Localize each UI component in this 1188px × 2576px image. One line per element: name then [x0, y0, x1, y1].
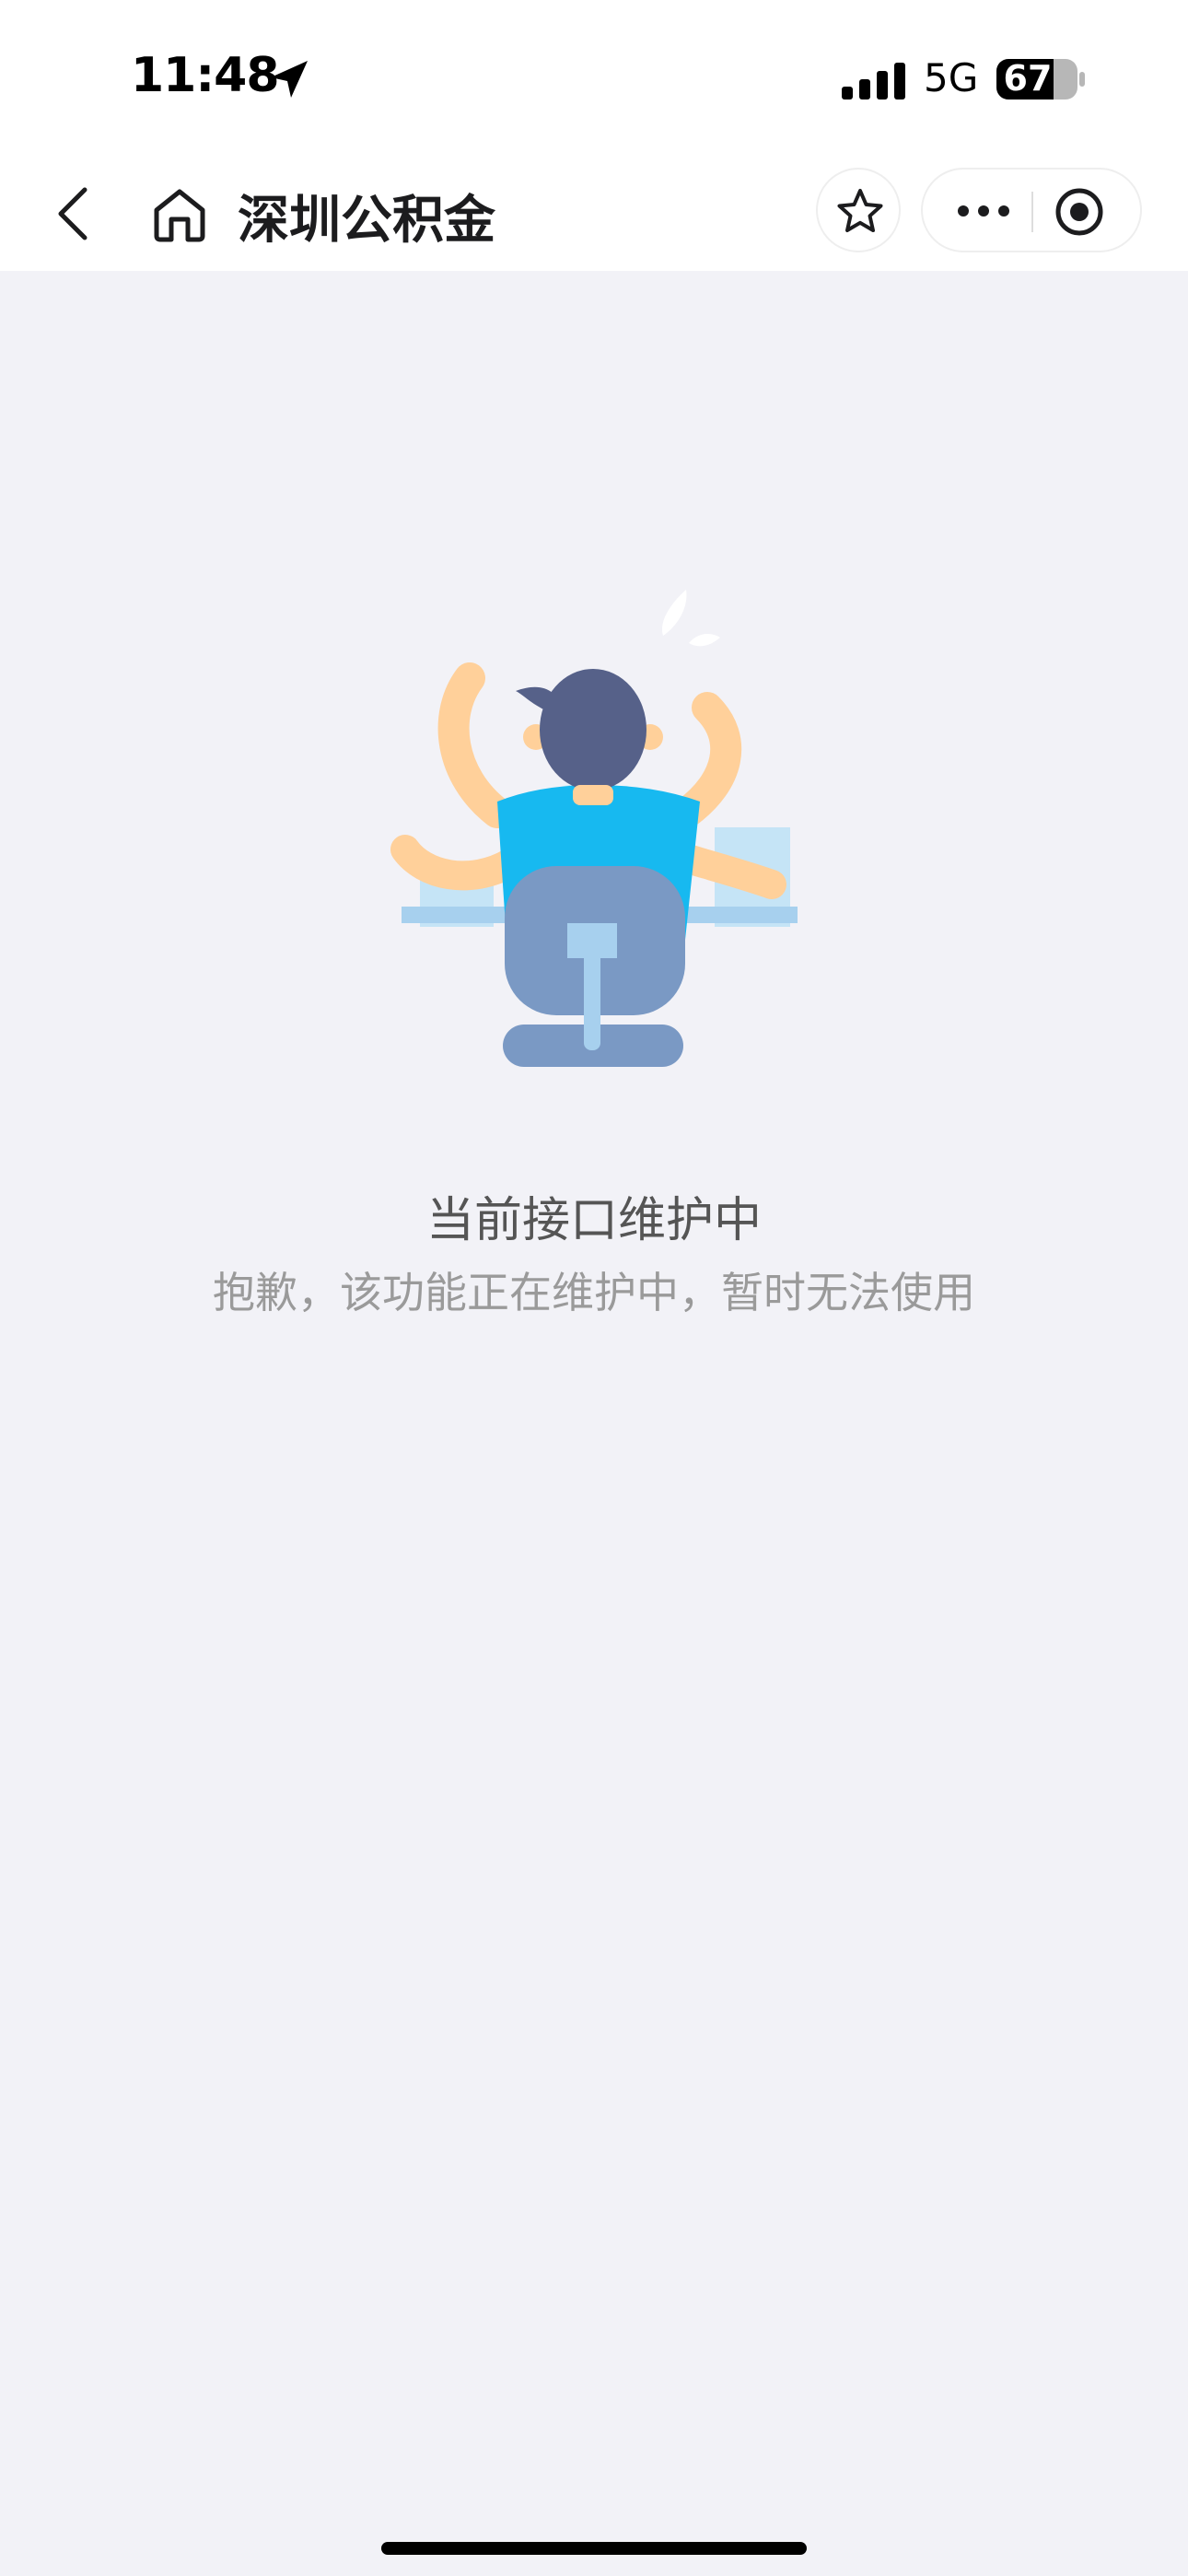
chevron-left-icon[interactable]	[48, 184, 103, 243]
favorite-button[interactable]	[816, 168, 901, 252]
maintenance-description: 抱歉，该功能正在维护中，暂时无法使用	[213, 1268, 975, 1317]
network-type: 5G	[924, 55, 979, 100]
mini-program-capsule	[921, 168, 1142, 252]
maintenance-worker-illustration	[390, 590, 798, 1067]
page-title: 深圳公积金	[238, 191, 495, 251]
home-icon[interactable]	[147, 184, 212, 243]
home-indicator[interactable]	[381, 2542, 807, 2555]
maintenance-title: 当前接口维护中	[425, 1193, 762, 1248]
star-icon	[837, 189, 883, 232]
capsule-divider	[1031, 192, 1033, 232]
target-close-icon[interactable]	[1054, 186, 1105, 238]
nav-bar: 深圳公积金	[0, 157, 1188, 271]
battery-level: 67	[1003, 58, 1053, 99]
more-dots-icon[interactable]	[956, 190, 1011, 232]
signal-icon	[842, 63, 905, 100]
status-time: 11:48	[131, 48, 280, 103]
status-bar: 11:48 5G 67	[0, 0, 1188, 157]
location-arrow-icon	[271, 61, 308, 98]
